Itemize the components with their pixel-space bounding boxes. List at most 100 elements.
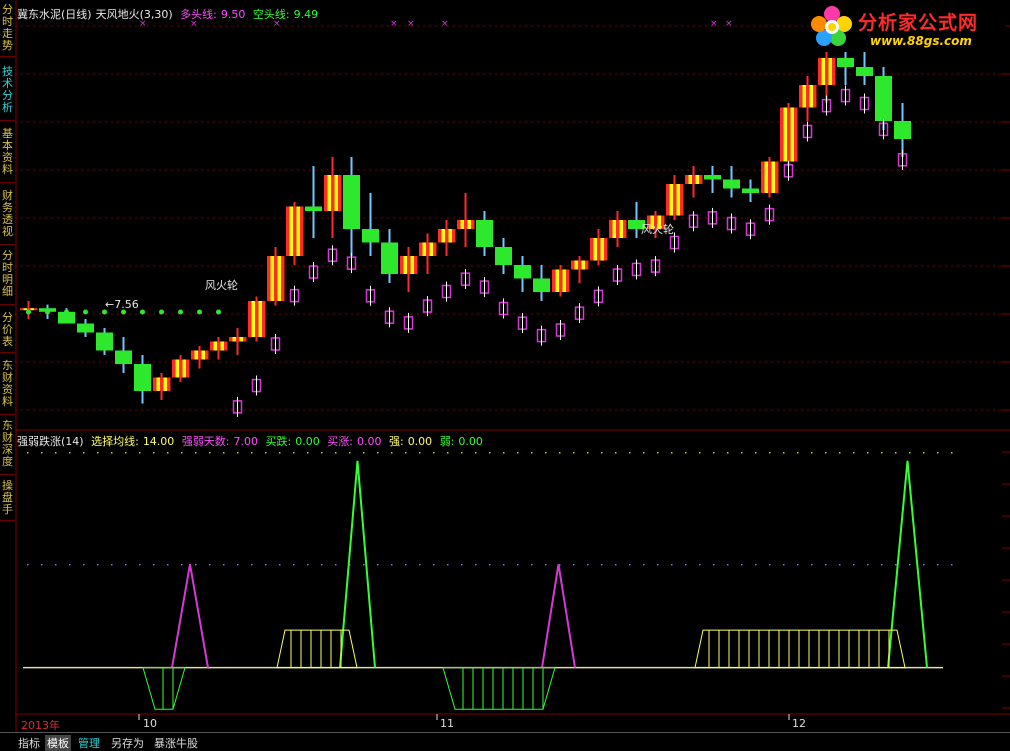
bear-line-dot [216, 309, 221, 315]
sidebar-tab-char: 细 [2, 285, 13, 298]
up-candle-stripe [619, 220, 623, 238]
manage-button[interactable]: 管理 [78, 735, 100, 751]
down-candle-body [704, 175, 721, 180]
logo-url: www.88gs.com [870, 34, 972, 48]
sidebar-tab-finance[interactable]: 财 务 透 视 [0, 190, 15, 245]
chart-area[interactable]: × × × × × × × × 冀东水泥(日线) 天风地火(3,30) 多头线: 9.50 空头线… [15, 0, 1010, 732]
sidebar-tab-dongcai-depth[interactable]: 东 财 深 度 [0, 420, 15, 475]
up-candle-stripe [818, 58, 822, 85]
up-candle-stripe [771, 161, 775, 193]
surge-stocks-button[interactable]: 暴涨牛股 [154, 735, 198, 751]
guide-dot [153, 564, 155, 566]
sidebar-tab-tick-detail[interactable]: 分 时 明 细 [0, 250, 15, 305]
up-candle-stripe [426, 242, 430, 256]
guide-dot [699, 564, 701, 566]
up-candle-stripe [445, 229, 449, 243]
up-candle-stripe [422, 242, 426, 256]
sidebar-tab-intraday[interactable]: 分 时 走 势 [0, 4, 15, 57]
guide-dot [97, 564, 99, 566]
up-candle-stripe [191, 350, 195, 360]
bull-line-label: 多头线: [180, 8, 217, 21]
low-price-marker: ←7.56 [105, 298, 139, 311]
guide-dot [825, 452, 827, 454]
up-candle-stripe [267, 256, 271, 301]
up-candle-stripe [34, 308, 38, 311]
sidebar-tab-char: 料 [2, 395, 13, 408]
guide-dot [265, 452, 267, 454]
up-candle-stripe [794, 107, 798, 162]
up-candle-stripe [153, 377, 157, 391]
guide-dot [951, 564, 953, 566]
bear-line-dot [64, 309, 69, 315]
guide-dot [307, 564, 309, 566]
up-candle-stripe [172, 359, 176, 378]
up-candle-stripe [262, 301, 266, 337]
guide-dot [643, 452, 645, 454]
guide-dot [741, 564, 743, 566]
x-marker: × [407, 19, 415, 29]
guide-dot [573, 564, 575, 566]
up-candle-stripe [775, 161, 779, 193]
up-candle-stripe [457, 220, 461, 229]
sidebar-tab-price-table[interactable]: 分 价 表 [0, 312, 15, 353]
main-panel-header: 冀东水泥(日线) 天风地火(3,30) 多头线: 9.50 空头线: 9.49 [17, 6, 322, 22]
up-candle-stripe [296, 206, 300, 256]
guide-dot [209, 452, 211, 454]
flower-logo-icon [811, 6, 852, 46]
sidebar-tab-char: 料 [2, 163, 13, 176]
guide-dot [251, 452, 253, 454]
guide-dot [685, 564, 687, 566]
guide-dot [937, 452, 939, 454]
guide-dot [853, 452, 855, 454]
down-candle-body [134, 364, 151, 391]
up-candle-stripe [604, 238, 608, 261]
guide-dot [55, 452, 57, 454]
sidebar-tab-trader[interactable]: 操 盘 手 [0, 480, 15, 521]
sidebar-tab-char: 视 [2, 225, 13, 238]
up-candle-stripe [232, 337, 236, 342]
up-candle-stripe [612, 220, 616, 238]
buy-up-value: 0.00 [356, 435, 382, 448]
guide-dot [489, 564, 491, 566]
template-button[interactable]: 模板 [45, 735, 71, 751]
up-candle-stripe [590, 238, 594, 261]
guide-dot [419, 564, 421, 566]
guide-dot [531, 452, 533, 454]
up-candle-stripe [806, 85, 810, 108]
sidebar-tab-basic-info[interactable]: 基 本 资 料 [0, 128, 15, 183]
up-candle-stripe [201, 350, 205, 360]
up-candle-stripe [433, 242, 437, 256]
bear-line-dot [140, 309, 145, 315]
guide-dot [545, 564, 547, 566]
sidebar-tab-dongcai-info[interactable]: 东 财 资 料 [0, 360, 15, 415]
down-candle-body [495, 247, 512, 265]
guide-dot [517, 564, 519, 566]
guide-dot [545, 452, 547, 454]
save-as-button[interactable]: 另存为 [111, 735, 144, 751]
guide-dot [755, 564, 757, 566]
guide-dot [405, 452, 407, 454]
bull-line-value: 9.50 [220, 8, 246, 21]
up-candle-stripe [251, 301, 255, 337]
up-candle-stripe [441, 229, 445, 243]
up-candle-stripe [471, 220, 475, 229]
chart-canvas[interactable]: × × × × × × × × [15, 0, 1010, 732]
up-candle-stripe [783, 107, 787, 162]
up-candle-stripe [695, 175, 699, 184]
strong-value: 0.00 [407, 435, 433, 448]
up-candle-stripe [585, 260, 589, 270]
sidebar-tab-technical[interactable]: 技 术 分 析 [0, 66, 15, 121]
down-candle-body [514, 265, 531, 279]
buy-down-label: 买跌: [265, 435, 292, 448]
bear-line-label: 空头线: [252, 8, 290, 21]
guide-dot [97, 452, 99, 454]
up-candle-stripe [571, 260, 575, 270]
strong-label: 强: [388, 435, 404, 448]
days-value: 7.00 [233, 435, 259, 448]
indicator-button[interactable]: 指标 [18, 735, 40, 751]
up-candle-stripe [764, 161, 768, 193]
x-marker: × [441, 19, 449, 29]
peak-line [887, 460, 928, 668]
up-candle-stripe [210, 341, 214, 351]
down-candle-body [533, 278, 550, 292]
